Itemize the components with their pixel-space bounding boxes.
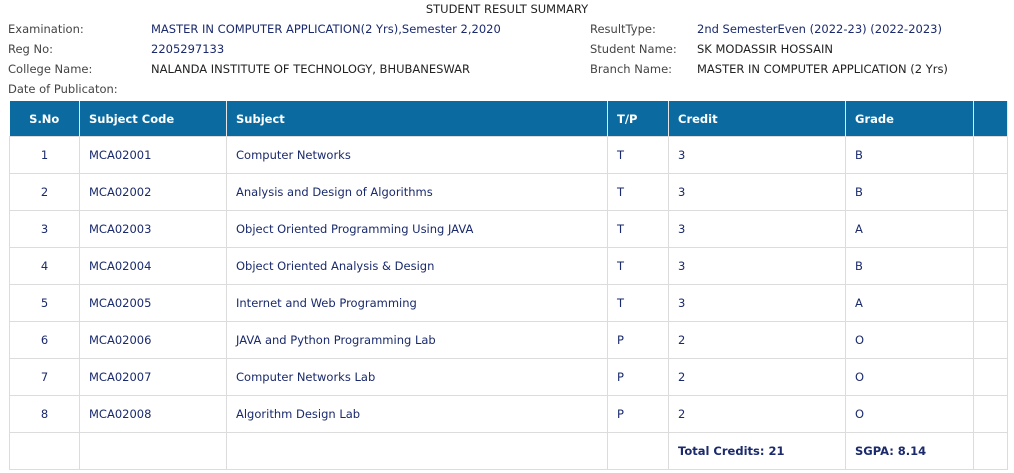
footer-empty-cell	[973, 432, 1008, 470]
cell-sno: 6	[9, 321, 80, 359]
cell-grade: B	[845, 173, 974, 211]
cell-subject: Algorithm Design Lab	[226, 395, 608, 433]
table-row: 1 MCA02001 Computer Networks T 3 B	[9, 136, 1008, 174]
cell-credit: 2	[668, 358, 846, 396]
reg-no-value: 2205297133	[151, 42, 225, 56]
student-name-value: SK MODASSIR HOSSAIN	[697, 42, 834, 56]
college-name-label: College Name:	[8, 62, 93, 76]
date-of-publication-label: Date of Publicaton:	[8, 82, 118, 96]
cell-subject-code: MCA02008	[79, 395, 227, 433]
cell-grade: O	[845, 358, 974, 396]
footer-empty-cell	[607, 432, 669, 470]
cell-sno: 1	[9, 136, 80, 174]
col-header-blank	[973, 101, 1008, 137]
examination-value: MASTER IN COMPUTER APPLICATION(2 Yrs),Se…	[151, 22, 501, 36]
cell-blank	[973, 173, 1008, 211]
cell-subject-code: MCA02005	[79, 284, 227, 322]
col-header-subject-code: Subject Code	[79, 101, 227, 137]
cell-tp: T	[607, 284, 669, 322]
cell-credit: 3	[668, 247, 846, 285]
cell-subject: Computer Networks	[226, 136, 608, 174]
cell-sno: 3	[9, 210, 80, 248]
cell-tp: P	[607, 358, 669, 396]
sgpa: SGPA: 8.14	[845, 432, 974, 470]
table-row: 8 MCA02008 Algorithm Design Lab P 2 O	[9, 395, 1008, 433]
table-row: 6 MCA02006 JAVA and Python Programming L…	[9, 321, 1008, 359]
cell-credit: 3	[668, 210, 846, 248]
cell-tp: T	[607, 136, 669, 174]
footer-empty-cell	[9, 432, 80, 470]
cell-grade: O	[845, 395, 974, 433]
table-row: 7 MCA02007 Computer Networks Lab P 2 O	[9, 358, 1008, 396]
cell-subject: Object Oriented Analysis & Design	[226, 247, 608, 285]
table-row: 3 MCA02003 Object Oriented Programming U…	[9, 210, 1008, 248]
table-row: 2 MCA02002 Analysis and Design of Algori…	[9, 173, 1008, 211]
cell-subject-code: MCA02003	[79, 210, 227, 248]
student-name-label: Student Name:	[590, 42, 677, 56]
cell-grade: O	[845, 321, 974, 359]
footer-empty-cell	[79, 432, 227, 470]
table-header-row: S.No Subject Code Subject T/P Credit Gra…	[9, 101, 1008, 137]
cell-subject: Internet and Web Programming	[226, 284, 608, 322]
cell-blank	[973, 247, 1008, 285]
cell-sno: 4	[9, 247, 80, 285]
branch-name-label: Branch Name:	[590, 62, 673, 76]
table-row: 5 MCA02005 Internet and Web Programming …	[9, 284, 1008, 322]
table-footer-row: Total Credits: 21 SGPA: 8.14	[9, 432, 1008, 470]
cell-blank	[973, 358, 1008, 396]
cell-subject-code: MCA02004	[79, 247, 227, 285]
footer-empty-cell	[226, 432, 608, 470]
cell-sno: 5	[9, 284, 80, 322]
col-header-grade: Grade	[845, 101, 974, 137]
cell-blank	[973, 210, 1008, 248]
cell-grade: B	[845, 247, 974, 285]
cell-blank	[973, 321, 1008, 359]
cell-sno: 2	[9, 173, 80, 211]
cell-blank	[973, 284, 1008, 322]
result-type-label: ResultType:	[590, 22, 656, 36]
col-header-tp: T/P	[607, 101, 669, 137]
examination-label: Examination:	[8, 22, 84, 36]
cell-grade: B	[845, 136, 974, 174]
result-type-value: 2nd SemesterEven (2022-23) (2022-2023)	[697, 22, 942, 36]
table-row: 4 MCA02004 Object Oriented Analysis & De…	[9, 247, 1008, 285]
cell-subject-code: MCA02007	[79, 358, 227, 396]
cell-tp: P	[607, 321, 669, 359]
col-header-sno: S.No	[9, 101, 80, 137]
cell-tp: P	[607, 395, 669, 433]
result-table: S.No Subject Code Subject T/P Credit Gra…	[9, 101, 1008, 470]
cell-subject-code: MCA02001	[79, 136, 227, 174]
cell-blank	[973, 136, 1008, 174]
cell-credit: 3	[668, 173, 846, 211]
page-title: STUDENT RESULT SUMMARY	[425, 2, 589, 16]
cell-credit: 2	[668, 321, 846, 359]
cell-credit: 3	[668, 136, 846, 174]
cell-subject: JAVA and Python Programming Lab	[226, 321, 608, 359]
total-credits: Total Credits: 21	[668, 432, 846, 470]
cell-sno: 7	[9, 358, 80, 396]
col-header-subject: Subject	[226, 101, 608, 137]
cell-blank	[973, 395, 1008, 433]
cell-subject-code: MCA02002	[79, 173, 227, 211]
cell-grade: A	[845, 210, 974, 248]
col-header-credit: Credit	[668, 101, 846, 137]
cell-tp: T	[607, 173, 669, 211]
cell-tp: T	[607, 247, 669, 285]
cell-sno: 8	[9, 395, 80, 433]
cell-subject: Object Oriented Programming Using JAVA	[226, 210, 608, 248]
reg-no-label: Reg No:	[8, 42, 54, 56]
college-name-value: NALANDA INSTITUTE OF TECHNOLOGY, BHUBANE…	[151, 62, 471, 76]
cell-credit: 2	[668, 395, 846, 433]
cell-grade: A	[845, 284, 974, 322]
cell-subject: Computer Networks Lab	[226, 358, 608, 396]
cell-subject: Analysis and Design of Algorithms	[226, 173, 608, 211]
cell-subject-code: MCA02006	[79, 321, 227, 359]
cell-credit: 3	[668, 284, 846, 322]
branch-name-value: MASTER IN COMPUTER APPLICATION (2 Yrs)	[697, 62, 948, 76]
cell-tp: T	[607, 210, 669, 248]
